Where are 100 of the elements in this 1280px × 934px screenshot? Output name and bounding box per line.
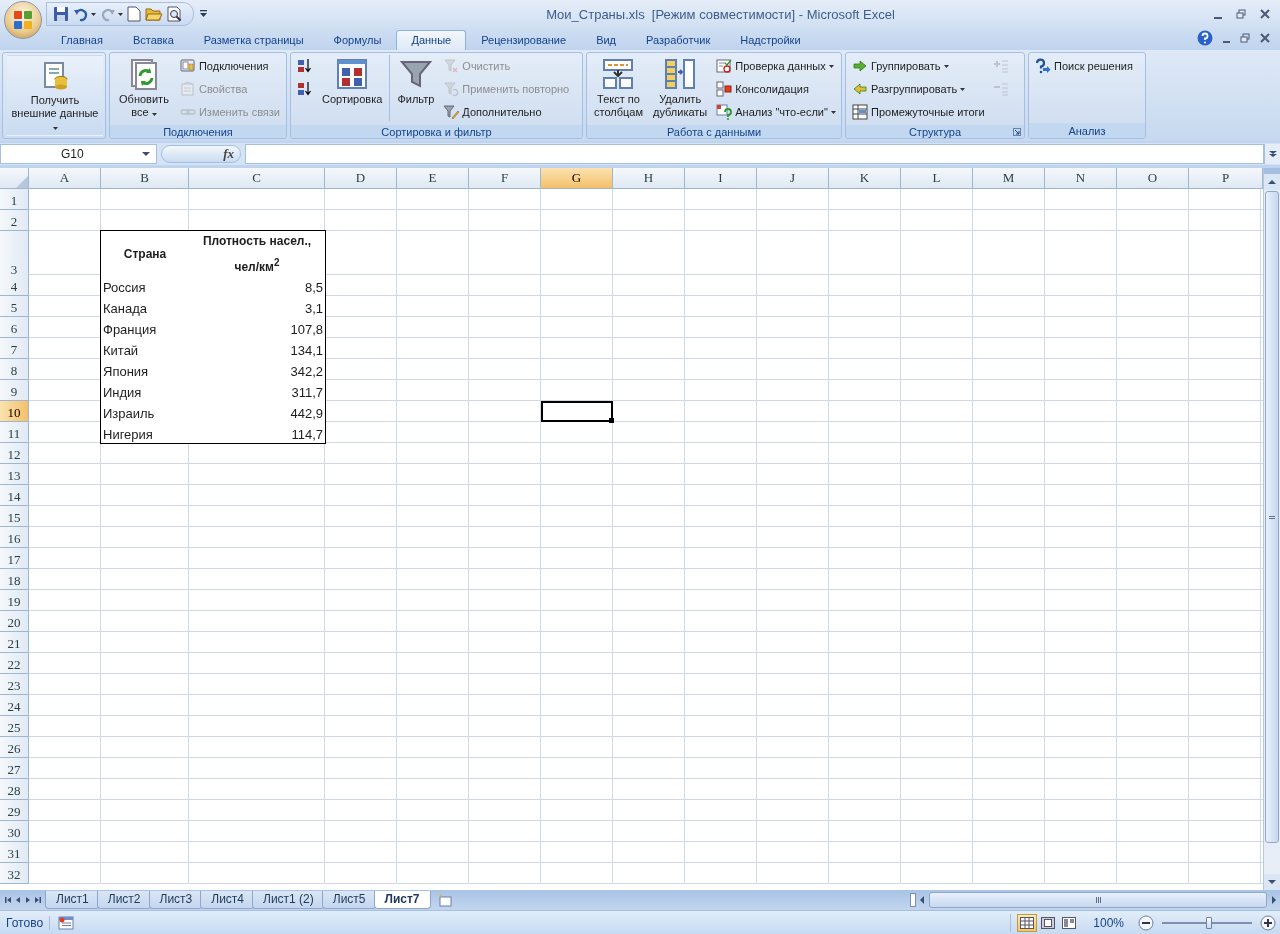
- row-header[interactable]: 10: [0, 401, 29, 422]
- column-header[interactable]: J: [757, 168, 829, 189]
- column-header[interactable]: C: [189, 168, 325, 189]
- new-button[interactable]: [127, 6, 141, 22]
- row-header[interactable]: 21: [0, 632, 29, 653]
- row-header[interactable]: 8: [0, 359, 29, 380]
- row-header[interactable]: 6: [0, 317, 29, 338]
- ribbon-button[interactable]: Поиск решения: [1033, 55, 1135, 77]
- column-header[interactable]: A: [29, 168, 101, 189]
- row-header[interactable]: 26: [0, 737, 29, 758]
- ribbon-tab[interactable]: Данные: [396, 30, 467, 50]
- close-button[interactable]: [1260, 9, 1270, 19]
- row-header[interactable]: 12: [0, 443, 29, 464]
- row-header[interactable]: 25: [0, 716, 29, 737]
- zoom-out-button[interactable]: [1138, 915, 1154, 931]
- sheet-tab[interactable]: Лист2: [96, 891, 152, 909]
- sheet-tab[interactable]: Лист1: [45, 891, 100, 909]
- undo-button[interactable]: [73, 6, 96, 22]
- view-button[interactable]: [1017, 914, 1038, 932]
- vertical-scrollbar[interactable]: [1263, 168, 1280, 890]
- row-header[interactable]: 23: [0, 674, 29, 695]
- column-header[interactable]: N: [1045, 168, 1117, 189]
- ribbon-button[interactable]: Удалить дубликаты: [650, 55, 711, 122]
- column-header[interactable]: E: [397, 168, 469, 189]
- ribbon-button[interactable]: Текст по столбцам: [591, 55, 646, 122]
- row-header[interactable]: 18: [0, 569, 29, 590]
- ribbon-button[interactable]: Подключения: [177, 55, 282, 77]
- row-header[interactable]: 2: [0, 210, 29, 231]
- ribbon-tab[interactable]: Надстройки: [725, 30, 816, 50]
- row-header[interactable]: 32: [0, 863, 29, 884]
- restore-button[interactable]: [1240, 33, 1250, 43]
- row-header[interactable]: 19: [0, 590, 29, 611]
- row-header[interactable]: 27: [0, 758, 29, 779]
- column-header[interactable]: I: [685, 168, 757, 189]
- ribbon-button[interactable]: Обновить все: [114, 55, 174, 122]
- sheet-tab[interactable]: Лист7: [373, 891, 431, 909]
- name-box[interactable]: G10: [0, 144, 157, 164]
- row-header[interactable]: 13: [0, 464, 29, 485]
- sheet-tab[interactable]: Лист5: [321, 891, 377, 909]
- insert-function-button[interactable]: fx: [223, 146, 234, 162]
- help-button[interactable]: [1197, 30, 1213, 46]
- ribbon-button[interactable]: Разгруппировать: [850, 78, 987, 100]
- ribbon-button[interactable]: Анализ "что-если": [714, 101, 838, 123]
- row-header[interactable]: 9: [0, 380, 29, 401]
- sheet-tab[interactable]: Лист1 (2): [252, 891, 325, 909]
- ribbon-button[interactable]: Группировать: [850, 55, 987, 77]
- row-header[interactable]: 1: [0, 189, 29, 210]
- office-button[interactable]: [4, 1, 42, 39]
- redo-button[interactable]: [100, 6, 123, 22]
- dialog-launcher-icon[interactable]: [1013, 128, 1021, 136]
- ribbon-tab[interactable]: Разработчик: [631, 30, 726, 50]
- row-header[interactable]: 31: [0, 842, 29, 863]
- column-header[interactable]: M: [973, 168, 1045, 189]
- row-header[interactable]: 4: [0, 275, 29, 296]
- row-header[interactable]: 7: [0, 338, 29, 359]
- row-header[interactable]: 29: [0, 800, 29, 821]
- ribbon-tab[interactable]: Главная: [46, 30, 118, 50]
- row-header[interactable]: 24: [0, 695, 29, 716]
- row-header[interactable]: 11: [0, 422, 29, 443]
- ribbon-button[interactable]: Фильтр: [394, 55, 438, 109]
- row-header[interactable]: 14: [0, 485, 29, 506]
- ribbon-tab[interactable]: Вставка: [117, 30, 189, 50]
- restore-button[interactable]: [1236, 9, 1246, 19]
- column-header[interactable]: L: [901, 168, 973, 189]
- ribbon-tab[interactable]: Рецензирование: [466, 30, 582, 50]
- ribbon-tab[interactable]: Разметка страницы: [188, 30, 319, 50]
- row-header[interactable]: 16: [0, 527, 29, 548]
- column-header[interactable]: K: [829, 168, 901, 189]
- row-header[interactable]: 28: [0, 779, 29, 800]
- ribbon-button[interactable]: Промежуточные итоги: [850, 101, 987, 123]
- ribbon-button[interactable]: Консолидация: [714, 78, 838, 100]
- ribbon-button[interactable]: Сортировка: [319, 55, 386, 109]
- column-header[interactable]: H: [613, 168, 685, 189]
- ribbon-button[interactable]: Дополнительно: [441, 101, 572, 123]
- column-header[interactable]: D: [325, 168, 397, 189]
- print-preview-button[interactable]: [167, 6, 183, 22]
- expand-button[interactable]: [1264, 144, 1280, 164]
- row-header[interactable]: 17: [0, 548, 29, 569]
- column-header[interactable]: P: [1189, 168, 1263, 189]
- column-header[interactable]: O: [1117, 168, 1189, 189]
- formula-input[interactable]: [245, 144, 1264, 164]
- save-button[interactable]: [53, 6, 69, 22]
- row-header[interactable]: 22: [0, 653, 29, 674]
- ribbon-tab[interactable]: Формулы: [318, 30, 397, 50]
- column-header[interactable]: G: [541, 168, 613, 189]
- close-button[interactable]: [1260, 33, 1270, 43]
- row-header[interactable]: 15: [0, 506, 29, 527]
- ribbon-tab[interactable]: Вид: [581, 30, 632, 50]
- ribbon-button[interactable]: Проверка данных: [714, 55, 838, 77]
- row-header[interactable]: 30: [0, 821, 29, 842]
- column-header[interactable]: F: [469, 168, 541, 189]
- slider-thumb[interactable]: [1205, 917, 1212, 929]
- zoom-in-button[interactable]: [1260, 915, 1276, 931]
- row-header[interactable]: 20: [0, 611, 29, 632]
- selected-cell[interactable]: [541, 401, 613, 422]
- sheet-tab[interactable]: Лист4: [200, 891, 255, 909]
- macro-record-icon[interactable]: [58, 916, 75, 930]
- column-header[interactable]: B: [101, 168, 189, 189]
- row-header[interactable]: 5: [0, 296, 29, 317]
- customize-button[interactable]: [200, 10, 207, 18]
